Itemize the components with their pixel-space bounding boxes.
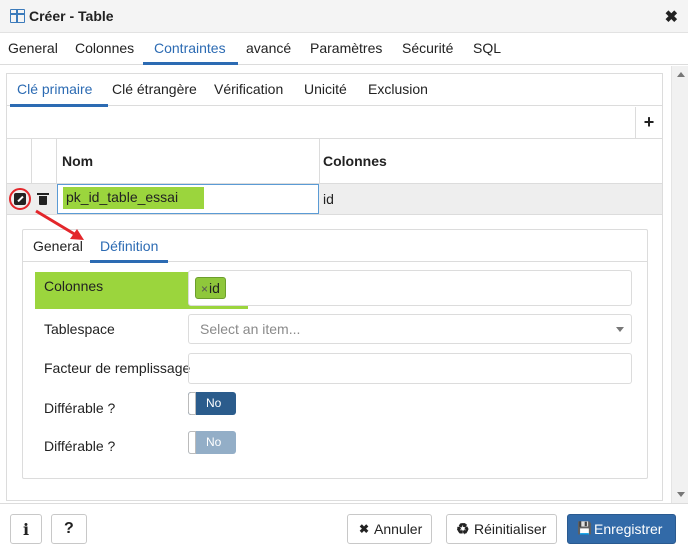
window-title: Créer - Table	[29, 8, 114, 24]
constraints-panel: Clé primaire Clé étrangère Vérification …	[6, 73, 663, 501]
constraint-name-value: pk_id_table_essai	[66, 189, 179, 205]
tab-parametres[interactable]: Paramètres	[310, 40, 382, 56]
recycle-icon: ♻	[456, 521, 470, 538]
tab-unique[interactable]: Unicité	[304, 81, 347, 97]
columns-label: Colonnes	[44, 278, 104, 294]
add-row-button[interactable]: +	[635, 107, 662, 138]
column-chip-label: id	[209, 280, 220, 296]
tablespace-placeholder: Select an item...	[200, 321, 301, 337]
toggle-knob	[188, 392, 196, 415]
constraint-tabs: Clé primaire Clé étrangère Vérification …	[7, 74, 662, 107]
deferred-toggle[interactable]: No	[188, 431, 236, 454]
help-icon: ?	[64, 520, 74, 537]
deferred-toggle-label: No	[206, 435, 222, 449]
table-row: pk_id_table_essai id	[7, 184, 662, 215]
tab-general[interactable]: General	[8, 40, 58, 56]
tab-colonnes[interactable]: Colonnes	[75, 40, 134, 56]
table-icon	[10, 9, 25, 23]
remove-chip-icon[interactable]: ×	[201, 282, 208, 296]
fillfactor-input[interactable]	[188, 353, 632, 384]
column-chip[interactable]: ×id	[195, 277, 226, 299]
constraint-columns-value: id	[323, 191, 334, 207]
tablespace-select[interactable]: Select an item...	[188, 314, 632, 344]
annotation-arrow	[35, 209, 84, 240]
tab-check[interactable]: Vérification	[214, 81, 283, 97]
header-name-label: Nom	[62, 153, 94, 169]
tab-sql[interactable]: SQL	[473, 40, 501, 56]
deferrable-toggle-label: No	[206, 396, 222, 410]
tab-contraintes[interactable]: Contraintes	[154, 40, 226, 56]
trash-icon[interactable]	[37, 193, 49, 205]
active-tab-indicator	[143, 62, 238, 65]
tab-avance[interactable]: avancé	[246, 40, 291, 56]
close-icon: ✖	[359, 522, 370, 536]
chevron-down-icon	[616, 327, 624, 332]
edit-icon	[14, 193, 26, 205]
deferred-label: Différable ?	[44, 438, 116, 454]
save-button[interactable]: 💾 Enregistrer	[567, 514, 676, 544]
deferrable-label: Différable ?	[44, 400, 116, 416]
help-button[interactable]: ?	[51, 514, 87, 544]
reset-label: Réinitialiser	[474, 521, 547, 537]
tablespace-label: Tablespace	[44, 321, 115, 337]
grid-header-name: Nom	[57, 139, 320, 184]
grid-header-edit-col	[7, 139, 32, 184]
title-bar: Créer - Table ✖	[0, 0, 688, 33]
close-icon[interactable]: ✖	[665, 7, 678, 27]
cancel-button[interactable]: ✖ Annuler	[347, 514, 432, 544]
scroll-down-icon[interactable]	[677, 492, 685, 497]
top-tabs: General Colonnes Contraintes avancé Para…	[0, 33, 688, 65]
scroll-up-icon[interactable]	[677, 72, 685, 77]
fillfactor-label: Facteur de remplissage	[44, 360, 191, 376]
reset-button[interactable]: ♻ Réinitialiser	[446, 514, 557, 544]
tab-primary-key[interactable]: Clé primaire	[17, 81, 92, 97]
tab-foreign-key[interactable]: Clé étrangère	[112, 81, 197, 97]
grid-header: Nom Colonnes	[7, 139, 662, 184]
scrollbar[interactable]	[671, 66, 688, 503]
header-columns-label: Colonnes	[323, 153, 387, 169]
tab-exclusion[interactable]: Exclusion	[368, 81, 428, 97]
save-icon: 💾	[577, 521, 592, 535]
dialog-footer: i ? ✖ Annuler ♻ Réinitialiser 💾 Enregist…	[0, 503, 688, 553]
columns-multiselect[interactable]: ×id	[188, 270, 632, 306]
constraint-detail-panel: General Définition Colonnes ×id Tablespa…	[22, 229, 648, 479]
detail-tab-definition[interactable]: Définition	[100, 238, 158, 254]
grid-toolbar: +	[7, 107, 662, 139]
grid-header-columns: Colonnes	[320, 139, 662, 184]
deferrable-toggle[interactable]: No	[188, 392, 236, 415]
cancel-label: Annuler	[374, 521, 423, 537]
grid-header-delete-col	[32, 139, 57, 184]
info-button[interactable]: i	[10, 514, 42, 544]
info-icon: i	[23, 520, 30, 539]
tab-securite[interactable]: Sécurité	[402, 40, 453, 56]
toggle-knob	[188, 431, 196, 454]
detail-tabs: General Définition	[23, 230, 647, 263]
save-label: Enregistrer	[594, 521, 663, 537]
active-detail-tab-indicator	[90, 260, 168, 263]
